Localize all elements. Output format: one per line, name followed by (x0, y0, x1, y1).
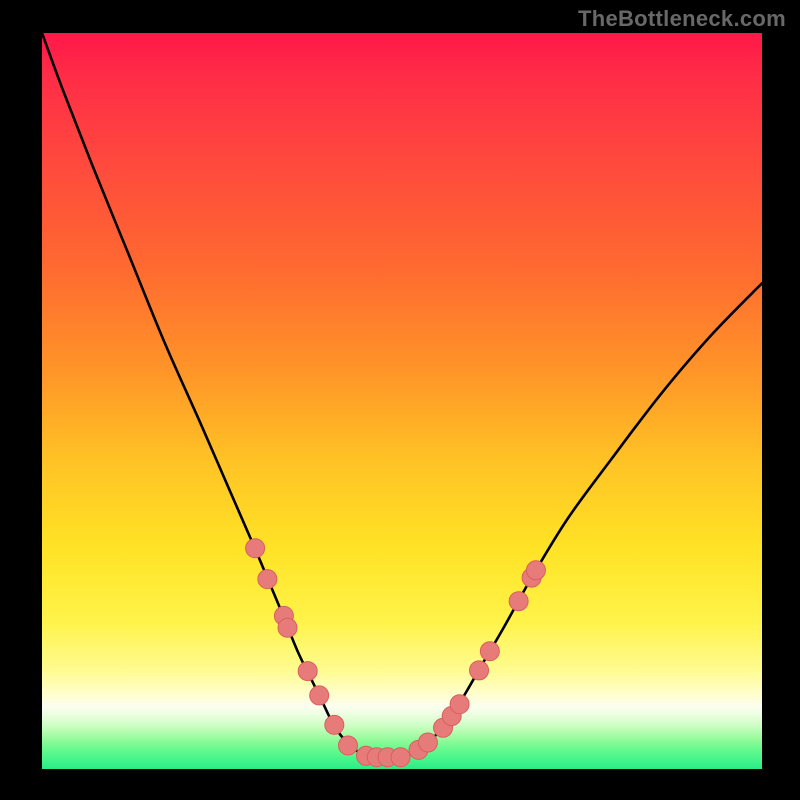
bottleneck-curve (42, 33, 762, 758)
curve-markers (246, 539, 546, 767)
chart-stage: TheBottleneck.com (0, 0, 800, 800)
marker-left-6 (310, 686, 329, 705)
marker-left-4 (278, 618, 297, 637)
plot-area (42, 33, 762, 769)
marker-right-8 (509, 592, 528, 611)
watermark-text: TheBottleneck.com (578, 6, 786, 32)
marker-right-6 (470, 661, 489, 680)
marker-right-2 (418, 733, 437, 752)
marker-left-1 (246, 539, 265, 558)
marker-floor-4 (391, 748, 410, 767)
marker-left-2 (258, 570, 277, 589)
marker-right-7 (480, 642, 499, 661)
marker-right-10 (526, 561, 545, 580)
marker-left-5 (298, 662, 317, 681)
marker-left-8 (339, 736, 358, 755)
marker-left-7 (325, 715, 344, 734)
plot-svg (42, 33, 762, 769)
marker-right-5 (450, 695, 469, 714)
